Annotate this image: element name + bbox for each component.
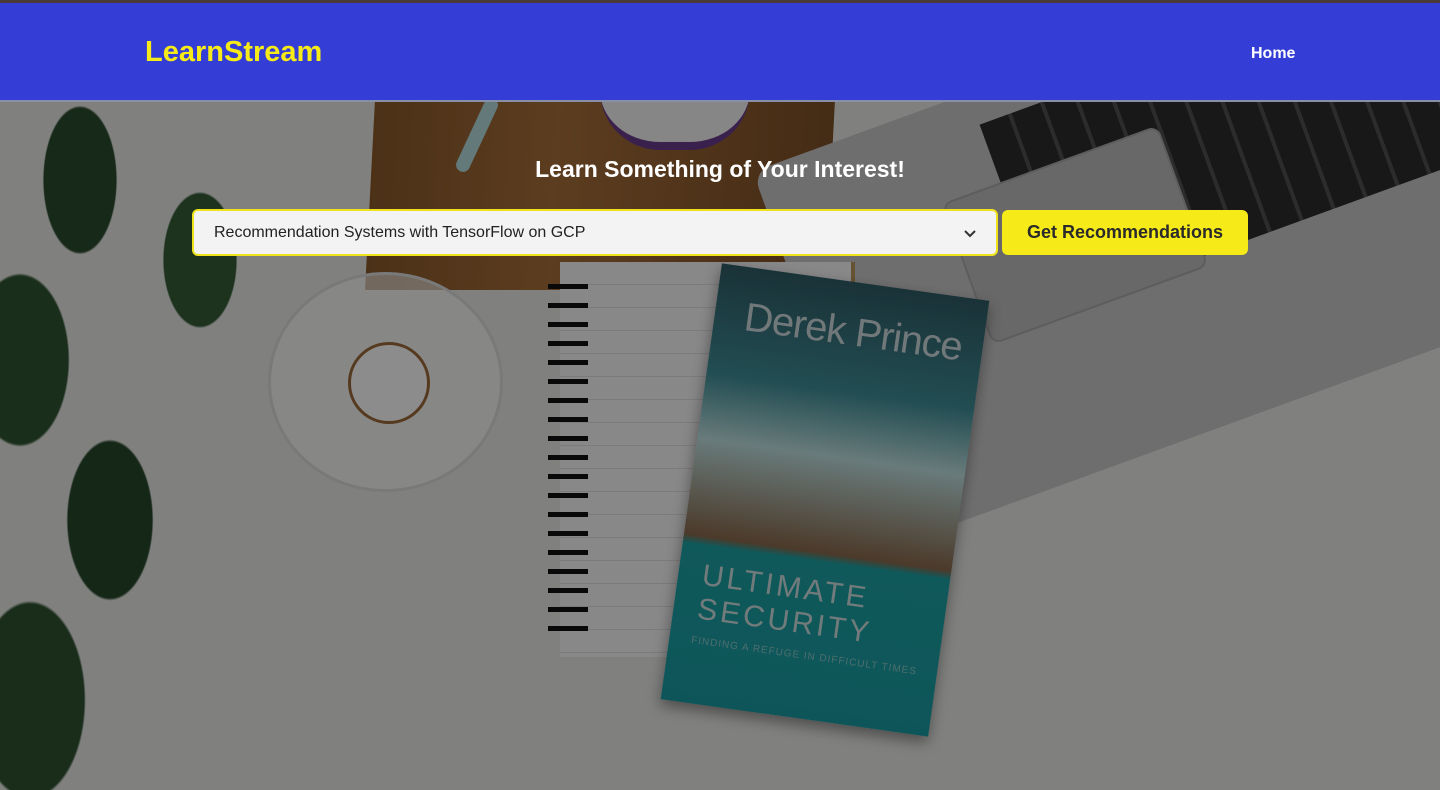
chevron-down-icon [964,225,976,241]
hero-title: Learn Something of Your Interest! [535,156,905,182]
course-select-dropdown[interactable]: Recommendation Systems with TensorFlow o… [192,209,998,256]
top-navbar: LearnStream Home [0,0,1440,102]
nav-home-link[interactable]: Home [1251,45,1295,63]
background-dim-overlay [0,0,1440,790]
get-recommendations-button[interactable]: Get Recommendations [1002,210,1248,255]
brand-logo-link[interactable]: LearnStream [145,36,322,69]
course-select-value: Recommendation Systems with TensorFlow o… [214,223,586,241]
